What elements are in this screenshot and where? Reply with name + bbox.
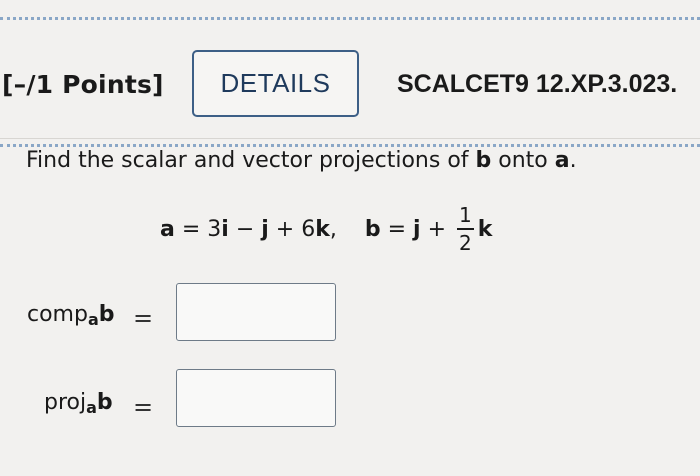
top-dotted-divider bbox=[0, 17, 700, 20]
comp-subscript: a bbox=[87, 310, 99, 329]
fraction-one-half: 1 2 bbox=[457, 205, 474, 253]
points-label: [–/1 Points] bbox=[2, 70, 164, 99]
eq-b-j: j bbox=[413, 216, 421, 242]
eq-i: i bbox=[221, 216, 229, 242]
prompt-vector-b: b bbox=[475, 148, 492, 173]
details-button[interactable]: DETAILS bbox=[192, 50, 359, 117]
proj-prefix: proj bbox=[44, 390, 87, 415]
header-rule bbox=[0, 138, 700, 139]
proj-vector: b bbox=[96, 390, 113, 415]
vector-equation: a = 3 i − j + 6 k , b = j + 1 2 k bbox=[160, 198, 492, 260]
eq-a-name: a bbox=[160, 216, 175, 242]
proj-answer-input[interactable] bbox=[176, 369, 336, 427]
comp-prefix: comp bbox=[27, 302, 88, 327]
problem-code: SCALCET9 12.XP.3.023. bbox=[397, 70, 678, 98]
prompt-period: . bbox=[569, 148, 577, 173]
eq-a-rhs-2: − bbox=[228, 216, 262, 242]
question-prompt: Find the scalar and vector projections o… bbox=[26, 148, 577, 173]
fraction-numerator: 1 bbox=[459, 203, 472, 227]
eq-a-rhs-3: + 6 bbox=[268, 216, 316, 242]
fraction-denominator: 2 bbox=[459, 231, 472, 255]
eq-b-rhs-1: = bbox=[380, 216, 414, 242]
question-dotted-divider bbox=[0, 144, 700, 147]
proj-subscript: a bbox=[86, 398, 97, 417]
eq-a-rhs-1: = 3 bbox=[174, 216, 222, 242]
comp-vector: b bbox=[98, 302, 115, 327]
comp-answer-input[interactable] bbox=[176, 283, 336, 341]
proj-equals: = bbox=[133, 393, 154, 421]
eq-b-rhs-2: + bbox=[420, 216, 453, 242]
proj-label: projab bbox=[44, 390, 113, 417]
eq-b-name: b bbox=[364, 216, 381, 242]
prompt-text: Find the scalar and vector projections o… bbox=[26, 148, 476, 173]
eq-separator: , bbox=[329, 216, 337, 242]
prompt-text-onto: onto bbox=[491, 148, 555, 173]
comp-equals: = bbox=[133, 304, 154, 332]
eq-j: j bbox=[261, 216, 269, 242]
eq-b-k: k bbox=[477, 216, 493, 242]
comp-label: compab bbox=[27, 302, 115, 329]
eq-k: k bbox=[315, 216, 330, 242]
prompt-vector-a: a bbox=[554, 148, 570, 173]
